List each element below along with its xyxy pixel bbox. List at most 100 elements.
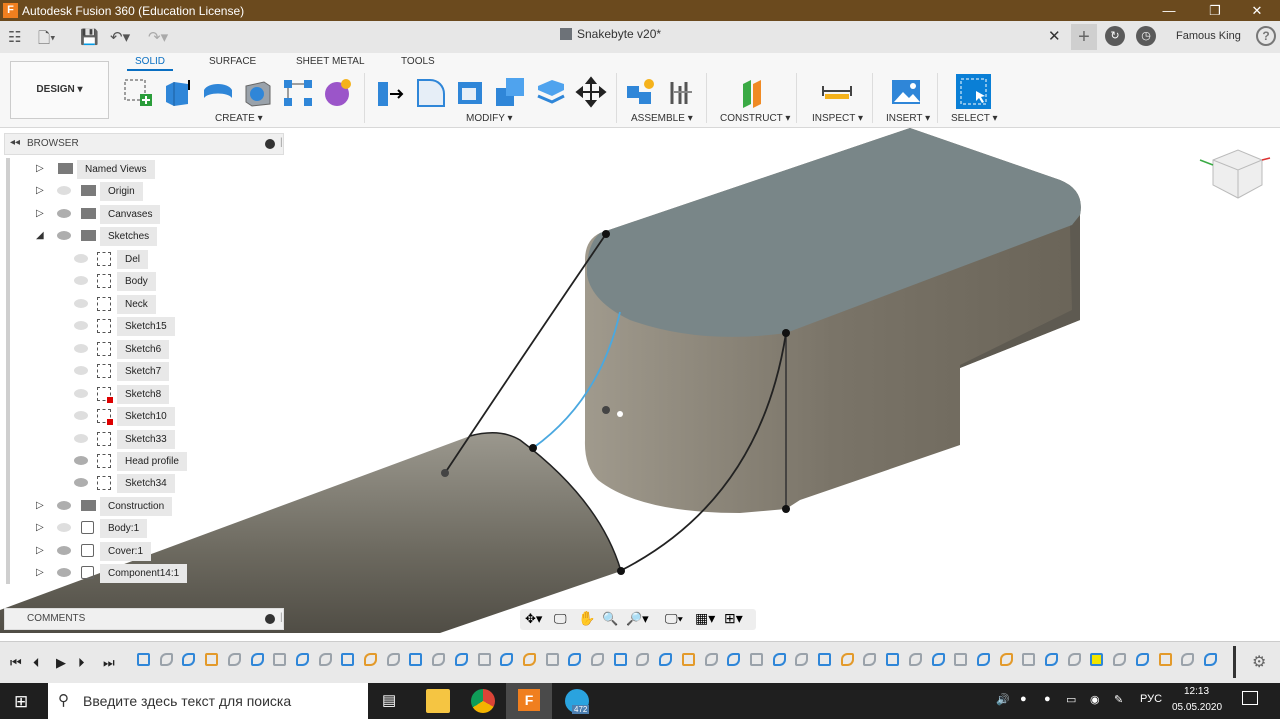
browser-pin-icon[interactable]: | (280, 137, 283, 148)
timeline-feature-icon[interactable] (205, 653, 219, 666)
pattern-icon[interactable] (282, 76, 314, 108)
visibility-eye-icon[interactable] (74, 366, 88, 375)
create-form-icon[interactable] (322, 76, 354, 108)
browser-scrollbar[interactable] (6, 158, 10, 584)
modify-menu[interactable]: MODIFY ▾ (466, 113, 513, 124)
insert-canvas-icon[interactable] (890, 76, 922, 108)
task-view-icon[interactable]: ▤ (382, 691, 396, 709)
head-body[interactable] (584, 128, 1081, 513)
tray-app-icon[interactable]: ● (1044, 693, 1051, 705)
timeline-feature-icon[interactable] (341, 653, 355, 666)
file-menu-icon[interactable]: 🗋▾ (38, 28, 56, 53)
new-component-icon[interactable] (625, 76, 657, 108)
visibility-eye-icon[interactable] (74, 321, 88, 330)
timeline-first-button[interactable]: ⏮ (10, 655, 22, 671)
tab-tools[interactable]: TOOLS (401, 56, 435, 67)
tab-solid[interactable]: SOLID (135, 56, 165, 67)
timeline-feature-icon[interactable] (454, 653, 468, 666)
timeline-last-button[interactable]: ⏭ (103, 655, 115, 671)
visibility-eye-icon[interactable] (74, 276, 88, 285)
pen-icon[interactable]: ✎ (1114, 693, 1123, 706)
browser-options-icon[interactable] (265, 139, 275, 149)
timeline-feature-icon[interactable] (273, 653, 287, 666)
data-panel-icon[interactable]: ↻ (1105, 26, 1125, 46)
timeline-feature-icon[interactable] (295, 653, 309, 666)
document-tab[interactable]: Snakebyte v20* (560, 27, 661, 41)
timeline-feature-icon[interactable] (1158, 653, 1172, 666)
comments-panel[interactable]: COMMENTS | (4, 608, 284, 630)
expand-arrow-icon[interactable]: ▷ (36, 185, 44, 196)
joint-icon[interactable] (666, 76, 698, 108)
expand-arrow-icon[interactable]: ▷ (36, 522, 44, 533)
comments-pin-icon[interactable]: | (280, 612, 283, 623)
timeline-feature-icon[interactable] (931, 653, 945, 666)
visibility-eye-icon[interactable] (74, 411, 88, 420)
user-name[interactable]: Famous King (1176, 30, 1241, 42)
job-status-icon[interactable]: ◷ (1136, 26, 1156, 46)
chrome-icon[interactable] (471, 689, 495, 713)
clock-time[interactable]: 12:13 (1184, 686, 1209, 697)
extrude-icon[interactable] (162, 76, 194, 108)
visibility-eye-icon[interactable] (57, 231, 71, 240)
timeline-feature-icon[interactable] (318, 653, 332, 666)
help-icon[interactable]: ? (1256, 26, 1276, 46)
taskbar-search[interactable]: ⚲ Введите здесь текст для поиска (48, 683, 368, 719)
volume-icon[interactable]: 🔊 (996, 693, 1010, 706)
browser-header[interactable]: ◂◂ BROWSER | (4, 133, 284, 155)
insert-menu[interactable]: INSERT ▾ (886, 113, 930, 124)
timeline-feature-icon[interactable] (1022, 653, 1036, 666)
offset-plane-icon[interactable] (737, 76, 769, 108)
timeline-settings-icon[interactable]: ⚙ (1252, 652, 1266, 672)
minimize-button[interactable]: — (1146, 1, 1192, 20)
expand-arrow-icon[interactable]: ▷ (36, 163, 44, 174)
undo-icon[interactable]: ↶▾ (110, 28, 130, 46)
timeline-feature-icon[interactable] (681, 653, 695, 666)
tray-app-icon[interactable]: ● (1020, 693, 1027, 705)
clock-date[interactable]: 05.05.2020 (1172, 702, 1222, 713)
timeline-feature-icon[interactable] (1113, 653, 1127, 666)
timeline-feature-icon[interactable] (1067, 653, 1081, 666)
timeline-feature-icon[interactable] (1181, 653, 1195, 666)
language-indicator[interactable]: РУС (1140, 693, 1162, 705)
redo-icon[interactable]: ↷▾ (148, 28, 168, 46)
timeline-feature-icon[interactable] (999, 653, 1013, 666)
file-explorer-icon[interactable] (426, 689, 450, 713)
timeline-feature-icon[interactable] (364, 653, 377, 666)
add-comment-icon[interactable] (265, 614, 275, 624)
shell-icon[interactable] (454, 76, 486, 108)
fit-icon[interactable]: 🔎▾ (626, 611, 649, 627)
visibility-eye-icon[interactable] (57, 209, 71, 218)
timeline-feature-icon[interactable] (545, 653, 559, 666)
timeline-feature-icon[interactable] (568, 653, 582, 666)
timeline-feature-icon[interactable] (500, 653, 514, 666)
timeline-feature-icon[interactable] (227, 653, 241, 666)
timeline-feature-icon[interactable] (840, 653, 854, 666)
revolve-icon[interactable] (202, 76, 234, 108)
visibility-eye-icon[interactable] (74, 478, 88, 487)
grid-menu-icon[interactable]: ☷ (8, 28, 21, 46)
select-menu[interactable]: SELECT ▾ (951, 113, 998, 124)
timeline-next-button[interactable]: ⏵ (78, 655, 85, 671)
tab-sheet-metal[interactable]: SHEET METAL (296, 56, 365, 67)
timeline-feature-icon[interactable] (522, 653, 536, 666)
timeline-feature-icon[interactable] (591, 653, 604, 666)
tab-surface[interactable]: SURFACE (209, 56, 256, 67)
close-tab-icon[interactable]: ✕ (1048, 27, 1061, 45)
timeline-feature-icon[interactable] (159, 653, 173, 666)
visibility-eye-icon[interactable] (74, 434, 88, 443)
timeline-feature-icon[interactable] (659, 653, 673, 666)
inspect-menu[interactable]: INSPECT ▾ (812, 113, 863, 124)
model-canvas[interactable] (0, 128, 1280, 633)
visibility-eye-icon[interactable] (74, 389, 88, 398)
battery-icon[interactable]: ▭ (1066, 693, 1076, 706)
timeline-feature-icon[interactable] (432, 653, 446, 666)
look-at-icon[interactable]: 🖵 (554, 611, 567, 627)
timeline-feature-icon[interactable] (386, 653, 400, 666)
windows-start-icon[interactable]: ⊞ (14, 692, 28, 712)
timeline-feature-icon[interactable] (409, 653, 423, 666)
canvas-viewport[interactable] (0, 128, 1280, 633)
close-window-button[interactable]: ✕ (1234, 1, 1280, 20)
expand-arrow-icon[interactable]: ▷ (36, 545, 44, 556)
timeline-feature-icon[interactable] (749, 653, 763, 666)
notifications-icon[interactable] (1242, 691, 1258, 705)
